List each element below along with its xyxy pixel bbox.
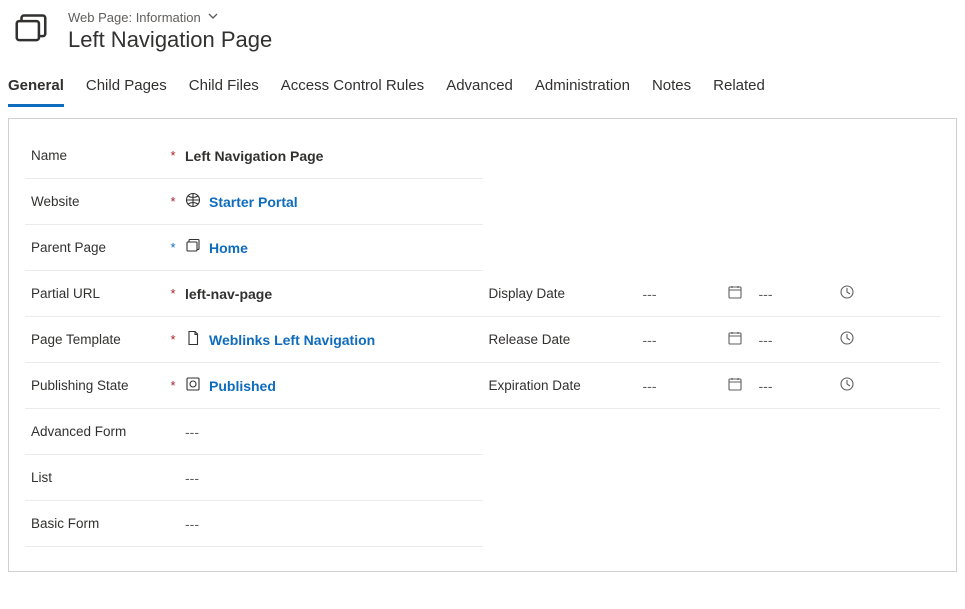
tab-related[interactable]: Related bbox=[713, 71, 765, 107]
required-marker: * bbox=[165, 378, 181, 393]
label-release-date: Release Date bbox=[483, 332, 623, 347]
globe-icon bbox=[185, 192, 201, 211]
row-list: List --- bbox=[25, 455, 483, 501]
value-publishing-state-text: Published bbox=[209, 378, 276, 394]
webpages-icon bbox=[12, 10, 50, 51]
label-publishing-state: Publishing State bbox=[25, 378, 165, 393]
value-expiration-date[interactable]: --- bbox=[639, 378, 719, 394]
required-marker: * bbox=[165, 332, 181, 347]
clock-icon bbox=[839, 376, 855, 395]
tab-general[interactable]: General bbox=[8, 71, 64, 107]
tab-advanced[interactable]: Advanced bbox=[446, 71, 513, 107]
page-header: Web Page: Information Left Navigation Pa… bbox=[8, 10, 957, 71]
tab-child-pages[interactable]: Child Pages bbox=[86, 71, 167, 107]
calendar-button[interactable] bbox=[719, 376, 751, 395]
row-expiration-date: Expiration Date --- --- bbox=[483, 363, 941, 409]
page-title: Left Navigation Page bbox=[68, 27, 272, 53]
required-marker: * bbox=[165, 286, 181, 301]
value-parent-page[interactable]: Home bbox=[181, 238, 483, 257]
clock-icon bbox=[839, 330, 855, 349]
required-marker: * bbox=[165, 194, 181, 209]
clock-icon bbox=[839, 284, 855, 303]
label-partial-url: Partial URL bbox=[25, 286, 165, 301]
form-right-column: Display Date --- --- Release Date --- -- bbox=[483, 133, 941, 547]
label-parent-page: Parent Page bbox=[25, 240, 165, 255]
tab-administration[interactable]: Administration bbox=[535, 71, 630, 107]
value-parent-page-text: Home bbox=[209, 240, 248, 256]
value-display-time[interactable]: --- bbox=[751, 286, 831, 302]
label-name: Name bbox=[25, 148, 165, 163]
tab-access-control-rules[interactable]: Access Control Rules bbox=[281, 71, 424, 107]
label-display-date: Display Date bbox=[483, 286, 623, 301]
tabs: General Child Pages Child Files Access C… bbox=[8, 71, 957, 108]
label-expiration-date: Expiration Date bbox=[483, 378, 623, 393]
row-website: Website * Starter Portal bbox=[25, 179, 483, 225]
row-advanced-form: Advanced Form --- bbox=[25, 409, 483, 455]
tab-notes[interactable]: Notes bbox=[652, 71, 691, 107]
breadcrumb-label: Web Page: Information bbox=[68, 10, 201, 25]
clock-button[interactable] bbox=[831, 330, 863, 349]
calendar-icon bbox=[727, 330, 743, 349]
value-website[interactable]: Starter Portal bbox=[181, 192, 483, 211]
row-partial-url: Partial URL * left-nav-page bbox=[25, 271, 483, 317]
value-name[interactable]: Left Navigation Page bbox=[181, 148, 483, 164]
tab-child-files[interactable]: Child Files bbox=[189, 71, 259, 107]
breadcrumb[interactable]: Web Page: Information bbox=[68, 10, 272, 25]
row-display-date: Display Date --- --- bbox=[483, 271, 941, 317]
label-website: Website bbox=[25, 194, 165, 209]
form-panel: Name * Left Navigation Page Website * St… bbox=[8, 118, 957, 572]
row-page-template: Page Template * Weblinks Left Navigation bbox=[25, 317, 483, 363]
value-release-date[interactable]: --- bbox=[639, 332, 719, 348]
label-page-template: Page Template bbox=[25, 332, 165, 347]
row-name: Name * Left Navigation Page bbox=[25, 133, 483, 179]
value-partial-url[interactable]: left-nav-page bbox=[181, 286, 483, 302]
value-release-time[interactable]: --- bbox=[751, 332, 831, 348]
chevron-down-icon bbox=[207, 10, 219, 25]
clock-button[interactable] bbox=[831, 284, 863, 303]
template-icon bbox=[185, 330, 201, 349]
clock-button[interactable] bbox=[831, 376, 863, 395]
webpage-icon bbox=[185, 238, 201, 257]
row-basic-form: Basic Form --- bbox=[25, 501, 483, 547]
calendar-icon bbox=[727, 284, 743, 303]
value-expiration-time[interactable]: --- bbox=[751, 378, 831, 394]
value-display-date[interactable]: --- bbox=[639, 286, 719, 302]
row-publishing-state: Publishing State * Published bbox=[25, 363, 483, 409]
value-basic-form[interactable]: --- bbox=[181, 516, 483, 532]
required-marker: * bbox=[165, 148, 181, 163]
value-list[interactable]: --- bbox=[181, 470, 483, 486]
row-parent-page: Parent Page * Home bbox=[25, 225, 483, 271]
label-list: List bbox=[25, 470, 165, 485]
value-publishing-state[interactable]: Published bbox=[181, 376, 483, 395]
state-icon bbox=[185, 376, 201, 395]
form-left-column: Name * Left Navigation Page Website * St… bbox=[25, 133, 483, 547]
value-website-text: Starter Portal bbox=[209, 194, 298, 210]
label-basic-form: Basic Form bbox=[25, 516, 165, 531]
value-page-template-text: Weblinks Left Navigation bbox=[209, 332, 375, 348]
calendar-button[interactable] bbox=[719, 330, 751, 349]
value-advanced-form[interactable]: --- bbox=[181, 424, 483, 440]
value-page-template[interactable]: Weblinks Left Navigation bbox=[181, 330, 483, 349]
required-marker: * bbox=[165, 240, 181, 255]
row-release-date: Release Date --- --- bbox=[483, 317, 941, 363]
calendar-button[interactable] bbox=[719, 284, 751, 303]
calendar-icon bbox=[727, 376, 743, 395]
label-advanced-form: Advanced Form bbox=[25, 424, 165, 439]
